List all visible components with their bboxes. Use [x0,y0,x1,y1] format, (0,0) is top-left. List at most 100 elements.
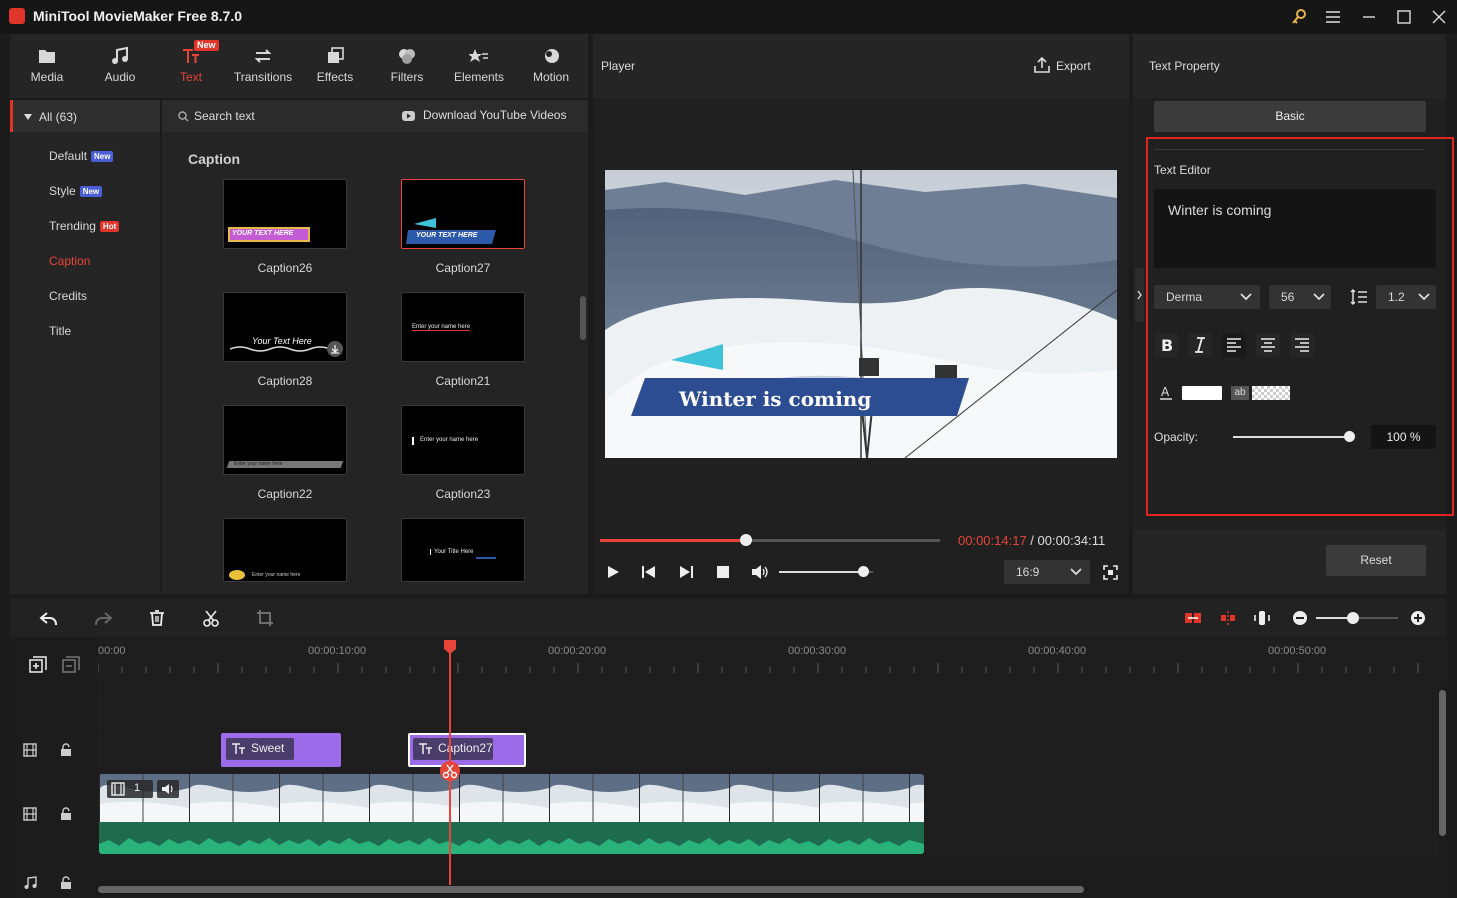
remove-track-icon[interactable] [62,656,80,674]
category-all[interactable]: All (63) [10,100,160,132]
caption-thumbnail[interactable]: YOUR TEXT HERE [223,179,347,249]
tab-basic[interactable]: Basic [1154,101,1426,132]
category-style[interactable]: Style New [49,184,103,198]
stop-icon[interactable] [716,565,730,579]
background-color-swatch[interactable] [1252,386,1290,400]
align-left-button[interactable] [1222,333,1246,357]
opacity-handle[interactable] [1344,431,1355,442]
lock-icon[interactable] [59,876,73,890]
menu-icon[interactable] [1322,6,1344,28]
progress-handle[interactable] [740,534,752,546]
line-spacing-icon [1350,288,1367,306]
undo-icon[interactable] [39,610,59,628]
tab-filters[interactable]: Filters [371,34,443,98]
app-title: MiniTool MovieMaker Free 8.7.0 [33,8,243,24]
tab-transitions[interactable]: Transitions [227,34,299,98]
font-family-select[interactable]: Derma [1154,285,1260,309]
video-clip[interactable]: 1 [99,774,924,854]
clip-audio-button[interactable] [157,780,179,798]
lock-icon[interactable] [59,743,73,757]
caption-thumbnail[interactable]: Enter your name here [401,292,525,362]
previous-frame-icon[interactable] [641,564,657,580]
zoom-handle[interactable] [1347,612,1359,624]
align-center-button[interactable] [1256,333,1280,357]
text-editor-input[interactable]: Winter is coming [1154,189,1436,268]
snap-icon[interactable] [1184,609,1202,627]
text-clip[interactable]: Sweet [221,733,341,767]
tab-audio[interactable]: Audio [84,34,156,98]
caption-thumbnail-selected[interactable]: YOUR TEXT HERE [401,179,525,249]
redo-icon[interactable] [93,610,113,628]
search-input[interactable]: Search text [194,109,255,123]
player-title: Player [601,59,636,73]
volume-handle[interactable] [858,566,869,577]
delete-icon[interactable] [148,609,166,627]
aspect-ratio-select[interactable]: 16:9 [1004,560,1090,584]
split-icon[interactable] [202,609,220,627]
maximize-icon[interactable] [1393,6,1415,28]
motion-icon [541,46,561,66]
tab-media[interactable]: Media [11,34,83,98]
export-label: Export [1056,59,1091,73]
caption-thumbnail[interactable]: Enter your name here [223,405,347,475]
lock-icon[interactable] [59,807,73,821]
playhead-split-button[interactable] [440,761,460,781]
text-color-swatch[interactable] [1182,386,1222,400]
category-credits[interactable]: Credits [49,289,87,303]
category-default[interactable]: Default New [49,149,114,163]
caption-thumbnail[interactable]: Enter your name here [401,405,525,475]
tab-elements[interactable]: Elements [443,34,515,98]
caption-thumbnail[interactable]: Your Text Here [223,292,347,362]
ruler-label: 00:00:30:00 [788,645,847,657]
minimize-icon[interactable] [1358,6,1380,28]
tab-text-label: Text [179,70,202,84]
category-title[interactable]: Title [49,324,71,338]
clip-count-badge: 1 [134,782,141,794]
video-preview[interactable]: Winter is coming [605,170,1117,458]
playhead-marker-icon[interactable] [443,639,457,655]
text-color-icon: A [1160,385,1172,400]
download-icon[interactable] [327,341,343,357]
zoom-out-icon[interactable] [1292,610,1308,626]
thumb-text: YOUR TEXT HERE [416,232,478,239]
opacity-input[interactable]: 100 % [1371,425,1436,449]
caption-thumbnail[interactable]: Enter your name here [223,518,347,582]
chevron-down-icon [1313,293,1325,301]
key-icon[interactable] [1288,6,1310,28]
text-editor-value: Winter is coming [1168,202,1272,218]
close-icon[interactable] [1428,6,1450,28]
italic-button[interactable] [1188,333,1212,357]
caption-thumbnail[interactable]: Your Title Here [401,518,525,582]
volume-icon[interactable] [750,564,768,580]
next-frame-icon[interactable] [678,564,694,580]
download-youtube-link[interactable]: Download YouTube Videos [423,108,566,122]
timeline-vertical-scrollbar[interactable] [1439,690,1446,836]
play-icon[interactable] [605,564,621,580]
app-logo-icon [9,8,25,24]
zoom-in-icon[interactable] [1410,610,1426,626]
timeline-horizontal-scrollbar[interactable] [98,886,1084,893]
opacity-label: Opacity: [1154,430,1199,444]
line-spacing-select[interactable]: 1.2 [1376,285,1436,309]
reset-button[interactable]: Reset [1326,545,1426,576]
category-caption[interactable]: Caption [49,254,90,268]
add-track-icon[interactable] [29,656,47,674]
crop-icon[interactable] [256,609,274,627]
tab-motion[interactable]: Motion [515,34,587,98]
library-scrollbar[interactable] [580,296,586,340]
bold-button[interactable]: B [1154,333,1178,357]
text-property-header: Text Property [1133,34,1446,98]
collapse-panel-button[interactable] [1135,268,1144,322]
align-right-button[interactable] [1290,333,1314,357]
font-size-select[interactable]: 56 [1269,285,1331,309]
progress-fill [600,539,746,542]
text-clip-selected[interactable]: Caption27 [408,733,526,767]
timeline-ruler[interactable] [98,639,1447,687]
audio-mixer-icon[interactable] [1253,609,1271,627]
ripple-icon[interactable] [1219,609,1237,627]
ruler-label: 00:00:50:00 [1268,645,1327,657]
category-trending[interactable]: Trending Hot [49,219,120,233]
category-credits-label: Credits [49,289,88,303]
fullscreen-icon[interactable] [1103,565,1118,580]
tab-effects[interactable]: Effects [299,34,371,98]
